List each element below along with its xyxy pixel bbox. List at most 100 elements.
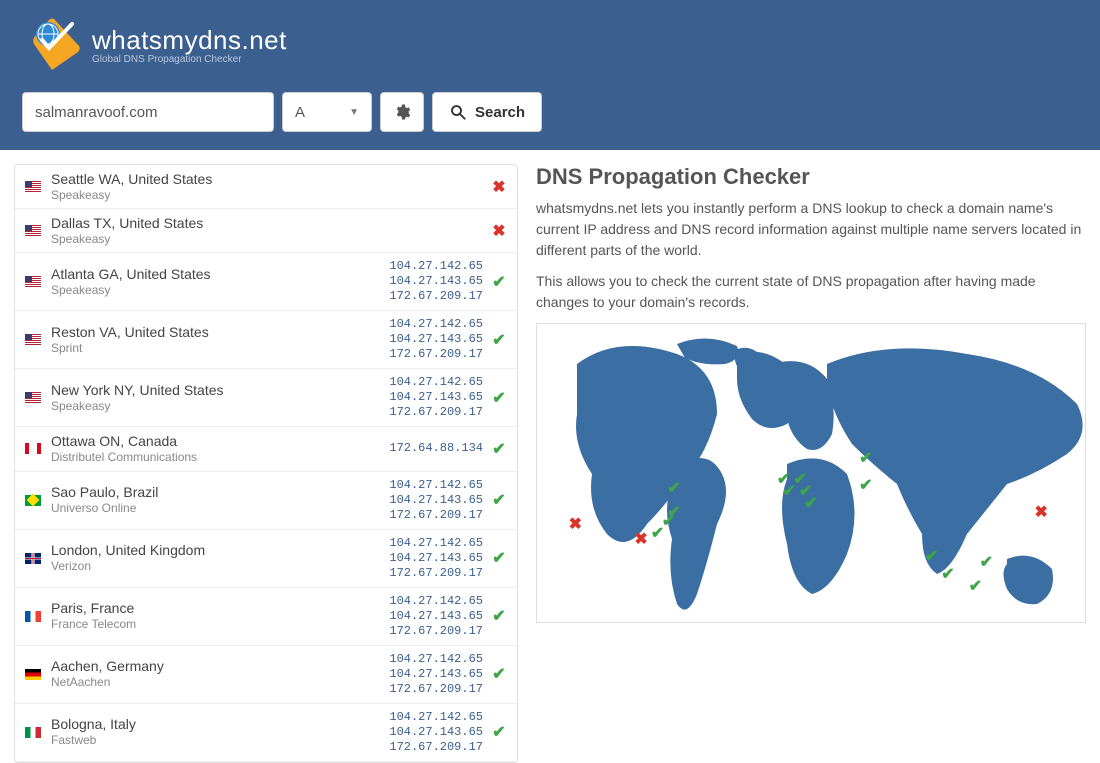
result-location: Sao Paulo, BrazilUniverso Online (51, 484, 389, 515)
result-row[interactable]: Aachen, GermanyNetAachen104.27.142.65 10… (15, 646, 517, 704)
result-row[interactable]: Bologna, ItalyFastweb104.27.142.65 104.2… (15, 704, 517, 762)
map-check-icon[interactable]: ✔ (969, 576, 982, 596)
brand[interactable]: whatsmydns.net Global DNS Propagation Ch… (22, 18, 1078, 72)
location-name: Seattle WA, United States (51, 171, 483, 188)
result-row[interactable]: London, United KingdomVerizon104.27.142.… (15, 530, 517, 588)
info-title: DNS Propagation Checker (536, 164, 1086, 190)
map-cross-icon[interactable]: ✖ (569, 514, 582, 534)
provider-name: Verizon (51, 559, 389, 573)
map-check-icon[interactable]: ✔ (804, 493, 817, 513)
result-location: Seattle WA, United StatesSpeakeasy (51, 171, 483, 202)
search-bar: A ▼ Search (0, 82, 1100, 150)
result-location: Aachen, GermanyNetAachen (51, 658, 389, 689)
provider-name: Fastweb (51, 733, 389, 747)
info-panel: DNS Propagation Checker whatsmydns.net l… (536, 164, 1086, 623)
result-row[interactable]: Seattle WA, United StatesSpeakeasy ✖ (15, 165, 517, 209)
map-cross-icon[interactable]: ✖ (1034, 502, 1047, 522)
location-name: Reston VA, United States (51, 324, 389, 341)
flag-icon (25, 495, 41, 506)
location-name: Dallas TX, United States (51, 215, 483, 232)
map-check-icon[interactable]: ✔ (859, 475, 872, 495)
provider-name: Speakeasy (51, 232, 483, 246)
flag-icon (25, 669, 41, 680)
cross-icon: ✖ (491, 177, 507, 197)
ip-list: 104.27.142.65 104.27.143.65 172.67.209.1… (389, 478, 483, 523)
flag-icon (25, 443, 41, 454)
map-check-icon[interactable]: ✔ (859, 448, 872, 468)
location-name: London, United Kingdom (51, 542, 389, 559)
location-name: Atlanta GA, United States (51, 266, 389, 283)
result-location: Reston VA, United StatesSprint (51, 324, 389, 355)
search-button-label: Search (475, 104, 525, 121)
logo-icon (22, 18, 82, 72)
chevron-down-icon: ▼ (349, 107, 359, 118)
search-icon (449, 103, 467, 121)
result-row[interactable]: Sao Paulo, BrazilUniverso Online104.27.1… (15, 472, 517, 530)
result-row[interactable]: Dallas TX, United StatesSpeakeasy ✖ (15, 209, 517, 253)
record-type-select[interactable]: A ▼ (282, 92, 372, 132)
location-name: Sao Paulo, Brazil (51, 484, 389, 501)
map-cross-icon[interactable]: ✖ (634, 529, 647, 549)
result-row[interactable]: Ottawa ON, CanadaDistributel Communicati… (15, 427, 517, 471)
flag-icon (25, 611, 41, 622)
result-row[interactable]: New York NY, United StatesSpeakeasy104.2… (15, 369, 517, 427)
result-location: Atlanta GA, United StatesSpeakeasy (51, 266, 389, 297)
ip-list: 104.27.142.65 104.27.143.65 172.67.209.1… (389, 317, 483, 362)
result-row[interactable]: Paris, FranceFrance Telecom104.27.142.65… (15, 588, 517, 646)
provider-name: Universo Online (51, 501, 389, 515)
ip-list: 172.64.88.134 (389, 441, 483, 456)
ip-list: 104.27.142.65 104.27.143.65 172.67.209.1… (389, 594, 483, 639)
ip-list: 104.27.142.65 104.27.143.65 172.67.209.1… (389, 652, 483, 697)
flag-icon (25, 334, 41, 345)
flag-icon (25, 225, 41, 236)
provider-name: Speakeasy (51, 283, 389, 297)
ip-list: 104.27.142.65 104.27.143.65 172.67.209.1… (389, 259, 483, 304)
ip-list: 104.27.142.65 104.27.143.65 172.67.209.1… (389, 536, 483, 581)
map-check-icon[interactable]: ✔ (667, 478, 680, 498)
result-location: Bologna, ItalyFastweb (51, 716, 389, 747)
ip-list: 104.27.142.65 104.27.143.65 172.67.209.1… (389, 375, 483, 420)
location-name: Paris, France (51, 600, 389, 617)
result-location: London, United KingdomVerizon (51, 542, 389, 573)
provider-name: Speakeasy (51, 399, 389, 413)
location-name: Aachen, Germany (51, 658, 389, 675)
check-icon: ✔ (491, 606, 507, 626)
check-icon: ✔ (491, 490, 507, 510)
record-type-value: A (295, 104, 305, 121)
check-icon: ✔ (491, 330, 507, 350)
search-button[interactable]: Search (432, 92, 542, 132)
ip-list: 104.27.142.65 104.27.143.65 172.67.209.1… (389, 710, 483, 755)
location-name: Ottawa ON, Canada (51, 433, 389, 450)
provider-name: France Telecom (51, 617, 389, 631)
result-row[interactable]: Atlanta GA, United StatesSpeakeasy104.27… (15, 253, 517, 311)
settings-button[interactable] (380, 92, 424, 132)
map-check-icon[interactable]: ✔ (941, 564, 954, 584)
results-list: Seattle WA, United StatesSpeakeasy✖Dalla… (14, 164, 518, 763)
map-check-icon[interactable]: ✔ (980, 552, 993, 572)
flag-icon (25, 727, 41, 738)
map-check-icon[interactable]: ✔ (925, 546, 938, 566)
location-name: Bologna, Italy (51, 716, 389, 733)
domain-input[interactable] (22, 92, 274, 132)
result-location: New York NY, United StatesSpeakeasy (51, 382, 389, 413)
provider-name: NetAachen (51, 675, 389, 689)
location-name: New York NY, United States (51, 382, 389, 399)
world-map[interactable]: ✖✖✔✔✔✔✔✔✔✔✔✔✔✔✔✔✖✔ (536, 323, 1086, 623)
flag-icon (25, 181, 41, 192)
result-location: Ottawa ON, CanadaDistributel Communicati… (51, 433, 389, 464)
check-icon: ✔ (491, 439, 507, 459)
check-icon: ✔ (491, 722, 507, 742)
flag-icon (25, 392, 41, 403)
brand-title: whatsmydns.net (92, 25, 287, 56)
info-paragraph-2: This allows you to check the current sta… (536, 271, 1086, 313)
flag-icon (25, 553, 41, 564)
site-header: whatsmydns.net Global DNS Propagation Ch… (0, 0, 1100, 82)
result-row[interactable]: Reston VA, United StatesSprint104.27.142… (15, 311, 517, 369)
check-icon: ✔ (491, 388, 507, 408)
cross-icon: ✖ (491, 221, 507, 241)
map-check-icon[interactable]: ✔ (667, 502, 680, 522)
check-icon: ✔ (491, 272, 507, 292)
flag-icon (25, 276, 41, 287)
gear-icon (393, 103, 411, 121)
result-location: Paris, FranceFrance Telecom (51, 600, 389, 631)
